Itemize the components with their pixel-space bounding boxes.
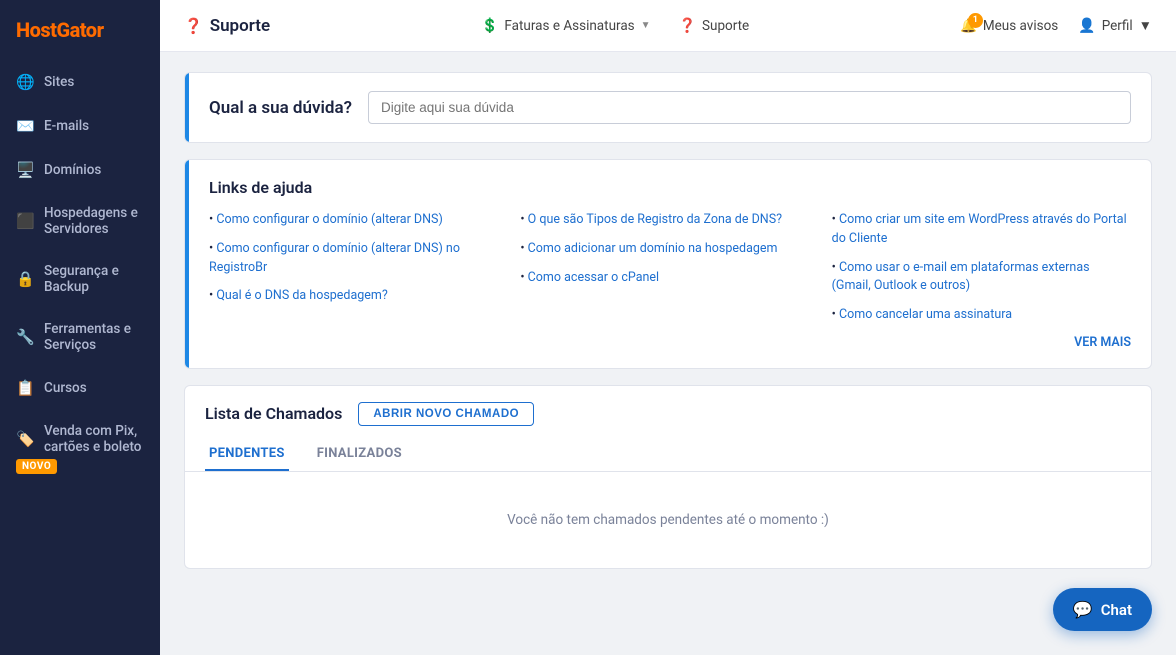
page-title-area: ❓ Suporte	[184, 16, 270, 36]
links-section: Links de ajuda Como configurar o domínio…	[185, 160, 1151, 368]
chat-label: Chat	[1101, 601, 1132, 619]
nav-faturas-label: Faturas e Assinaturas	[504, 18, 634, 34]
sidebar-label-sites: Sites	[44, 74, 74, 90]
chat-button[interactable]: 💬 Chat	[1053, 588, 1152, 631]
sidebar: HostGator 🌐 Sites ✉️ E-mails 🖥️ Domínios…	[0, 0, 160, 655]
empty-state-message: Você não tem chamados pendentes até o mo…	[185, 472, 1151, 568]
avisos-label: Meus avisos	[983, 18, 1058, 34]
link-item-5[interactable]: Como acessar o cPanel	[520, 269, 819, 288]
page-title: Suporte	[210, 16, 270, 36]
sidebar-label-hospedagens: Hospedagens e Servidores	[44, 205, 144, 237]
header-nav: 💲 Faturas e Assinaturas ▼ ❓ Suporte	[290, 14, 940, 38]
duvida-card: Qual a sua dúvida?	[184, 72, 1152, 143]
main-content: ❓ Suporte 💲 Faturas e Assinaturas ▼ ❓ Su…	[160, 0, 1176, 655]
links-col-2: Como criar um site em WordPress através …	[832, 211, 1131, 325]
sidebar-label-emails: E-mails	[44, 118, 89, 134]
lock-icon: 🔒	[16, 270, 34, 288]
user-icon: 👤	[1078, 18, 1095, 34]
chamados-title: Lista de Chamados	[205, 404, 342, 423]
chamados-card: Lista de Chamados ABRIR NOVO CHAMADO PEN…	[184, 385, 1152, 569]
nav-faturas[interactable]: 💲 Faturas e Assinaturas ▼	[479, 14, 653, 38]
notification-badge: 1	[968, 13, 983, 28]
chevron-down-icon: ▼	[641, 20, 651, 31]
domain-icon: 🖥️	[16, 161, 34, 179]
sidebar-item-emails[interactable]: ✉️ E-mails	[0, 104, 160, 148]
courses-icon: 📋	[16, 379, 34, 397]
novo-badge: NOVO	[16, 459, 57, 474]
links-card: Links de ajuda Como configurar o domínio…	[184, 159, 1152, 369]
link-item-0[interactable]: Como configurar o domínio (alterar DNS)	[209, 211, 508, 230]
sidebar-label-seguranca: Segurança e Backup	[44, 263, 144, 295]
avisos-button[interactable]: 🔔 1 Meus avisos	[960, 18, 1058, 34]
link-item-4[interactable]: Como adicionar um domínio na hospedagem	[520, 240, 819, 259]
tab-pendentes[interactable]: PENDENTES	[205, 438, 289, 471]
sidebar-item-cursos[interactable]: 📋 Cursos	[0, 366, 160, 410]
sidebar-item-seguranca[interactable]: 🔒 Segurança e Backup	[0, 250, 160, 308]
sidebar-label-dominios: Domínios	[44, 162, 101, 178]
sidebar-label-venda: Venda com Pix, cartões e boleto	[44, 423, 144, 455]
sidebar-label-ferramentas: Ferramentas e Serviços	[44, 321, 144, 353]
tabs-container: PENDENTES FINALIZADOS	[185, 426, 1151, 472]
abrir-chamado-button[interactable]: ABRIR NOVO CHAMADO	[358, 402, 534, 426]
link-item-3[interactable]: O que são Tipos de Registro da Zona de D…	[520, 211, 819, 230]
header: ❓ Suporte 💲 Faturas e Assinaturas ▼ ❓ Su…	[160, 0, 1176, 52]
chat-icon: 💬	[1073, 600, 1093, 619]
link-item-2[interactable]: Qual é o DNS da hospedagem?	[209, 287, 508, 306]
sidebar-nav: 🌐 Sites ✉️ E-mails 🖥️ Domínios ⬛ Hospeda…	[0, 60, 160, 487]
perfil-chevron-down-icon: ▼	[1139, 18, 1152, 34]
sidebar-item-sites[interactable]: 🌐 Sites	[0, 60, 160, 104]
brand-name-part1: Host	[16, 18, 56, 42]
bell-icon: 🔔 1	[960, 18, 977, 34]
server-icon: ⬛	[16, 212, 34, 230]
brand-logo[interactable]: HostGator	[0, 0, 160, 60]
question-icon: ❓	[679, 18, 696, 34]
nav-suporte-label: Suporte	[702, 18, 749, 34]
duvida-section: Qual a sua dúvida?	[185, 73, 1151, 142]
links-col-1: O que são Tipos de Registro da Zona de D…	[520, 211, 819, 325]
sidebar-item-hospedagens[interactable]: ⬛ Hospedagens e Servidores	[0, 192, 160, 250]
ver-mais-button[interactable]: VER MAIS	[209, 335, 1131, 350]
duvida-title: Qual a sua dúvida?	[209, 98, 352, 118]
email-icon: ✉️	[16, 117, 34, 135]
links-title: Links de ajuda	[209, 178, 1131, 197]
sidebar-item-dominios[interactable]: 🖥️ Domínios	[0, 148, 160, 192]
perfil-button[interactable]: 👤 Perfil ▼	[1078, 18, 1152, 34]
sidebar-label-cursos: Cursos	[44, 380, 87, 396]
tab-finalizados[interactable]: FINALIZADOS	[313, 438, 406, 471]
links-col-0: Como configurar o domínio (alterar DNS) …	[209, 211, 508, 325]
links-grid: Como configurar o domínio (alterar DNS) …	[209, 211, 1131, 325]
tools-icon: 🔧	[16, 328, 34, 346]
link-item-6[interactable]: Como criar um site em WordPress através …	[832, 211, 1131, 249]
pix-icon: 🏷️	[16, 430, 34, 448]
sidebar-item-venda[interactable]: 🏷️ Venda com Pix, cartões e boleto NOVO	[0, 410, 160, 487]
content-area: Qual a sua dúvida? Links de ajuda Como c…	[160, 52, 1176, 655]
dollar-icon: 💲	[481, 18, 498, 34]
link-item-8[interactable]: Como cancelar uma assinatura	[832, 306, 1131, 325]
link-item-7[interactable]: Como usar o e-mail em plataformas extern…	[832, 259, 1131, 297]
chamados-header: Lista de Chamados ABRIR NOVO CHAMADO	[185, 386, 1151, 426]
header-right: 🔔 1 Meus avisos 👤 Perfil ▼	[960, 18, 1152, 34]
nav-suporte[interactable]: ❓ Suporte	[677, 14, 752, 38]
sidebar-item-ferramentas[interactable]: 🔧 Ferramentas e Serviços	[0, 308, 160, 366]
help-circle-icon: ❓	[184, 17, 203, 35]
perfil-label: Perfil	[1102, 18, 1133, 34]
brand-name-part2: Gator	[56, 18, 103, 42]
duvida-input[interactable]	[368, 91, 1131, 124]
link-item-1[interactable]: Como configurar o domínio (alterar DNS) …	[209, 240, 508, 278]
globe-icon: 🌐	[16, 73, 34, 91]
